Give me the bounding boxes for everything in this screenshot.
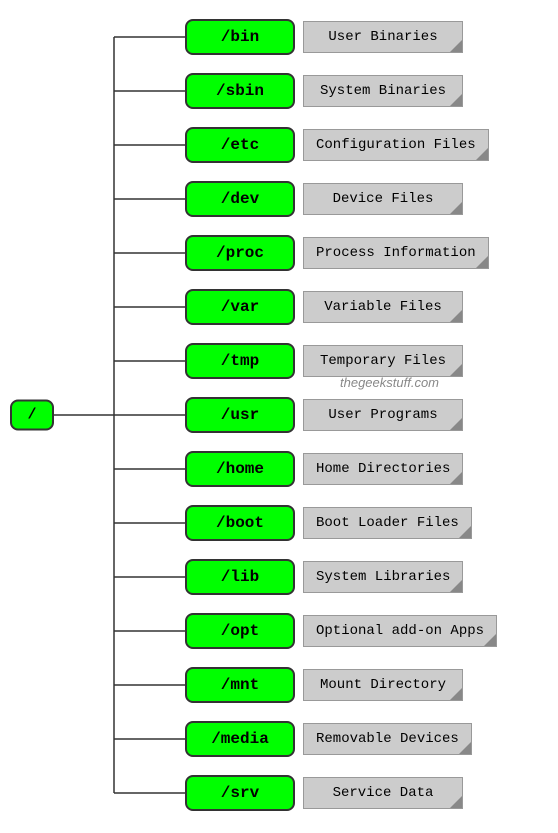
tree-row: /libSystem Libraries — [185, 550, 558, 604]
label-srv: Service Data — [303, 777, 463, 809]
tree-row: /optOptional add-on Apps — [185, 604, 558, 658]
label-bin: User Binaries — [303, 21, 463, 53]
tree-row: /varVariable Files — [185, 280, 558, 334]
root-label: / — [10, 400, 54, 431]
root-node: / — [10, 400, 54, 431]
label-media: Removable Devices — [303, 723, 472, 755]
branch-node-media: /media — [185, 721, 295, 757]
branch-node-var: /var — [185, 289, 295, 325]
label-boot: Boot Loader Files — [303, 507, 472, 539]
tree-row: /srvService Data — [185, 766, 558, 820]
label-dev: Device Files — [303, 183, 463, 215]
branch-node-bin: /bin — [185, 19, 295, 55]
branch-node-dev: /dev — [185, 181, 295, 217]
tree-row: /procProcess Information — [185, 226, 558, 280]
tree-row: /mntMount Directory — [185, 658, 558, 712]
label-mnt: Mount Directory — [303, 669, 463, 701]
label-home: Home Directories — [303, 453, 463, 485]
label-lib: System Libraries — [303, 561, 463, 593]
tree-row: /homeHome Directories — [185, 442, 558, 496]
tree-row: /tmpTemporary Files — [185, 334, 558, 388]
tree-row: /sbinSystem Binaries — [185, 64, 558, 118]
tree-row: /bootBoot Loader Files — [185, 496, 558, 550]
tree-row: /binUser Binaries — [185, 10, 558, 64]
label-var: Variable Files — [303, 291, 463, 323]
label-proc: Process Information — [303, 237, 489, 269]
tree-row: /usrUser Programs — [185, 388, 558, 442]
branch-node-opt: /opt — [185, 613, 295, 649]
label-tmp: Temporary Files — [303, 345, 463, 377]
branch-node-proc: /proc — [185, 235, 295, 271]
branch-node-srv: /srv — [185, 775, 295, 811]
label-opt: Optional add-on Apps — [303, 615, 497, 647]
branch-node-usr: /usr — [185, 397, 295, 433]
tree-row: /devDevice Files — [185, 172, 558, 226]
tree-row: /etcConfiguration Files — [185, 118, 558, 172]
branch-node-mnt: /mnt — [185, 667, 295, 703]
branch-node-home: /home — [185, 451, 295, 487]
branch-node-sbin: /sbin — [185, 73, 295, 109]
branch-node-lib: /lib — [185, 559, 295, 595]
label-sbin: System Binaries — [303, 75, 463, 107]
branch-node-boot: /boot — [185, 505, 295, 541]
branch-node-tmp: /tmp — [185, 343, 295, 379]
branch-node-etc: /etc — [185, 127, 295, 163]
label-etc: Configuration Files — [303, 129, 489, 161]
tree-row: /mediaRemovable Devices — [185, 712, 558, 766]
label-usr: User Programs — [303, 399, 463, 431]
